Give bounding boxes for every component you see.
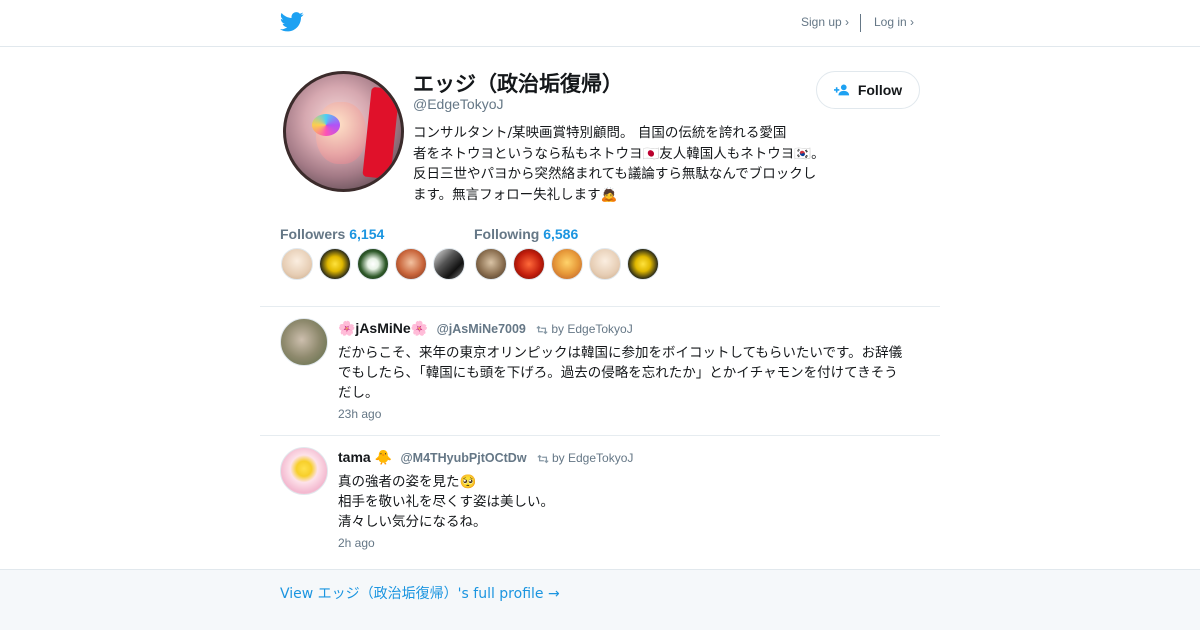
following-avatar[interactable] <box>513 248 545 280</box>
bio-line: コンサルタント/某映画賞特別顧問。 自国の伝統を誇れる愛国 <box>413 125 787 141</box>
tweet-header: tama 🐥 @M4THyubPjtOCtDw by EdgeTokyoJ <box>338 449 633 467</box>
follower-avatar[interactable] <box>433 248 465 280</box>
following-avatar[interactable] <box>589 248 621 280</box>
tweet[interactable]: 🌸jAsMiNe🌸 @jAsMiNe7009 by EdgeTokyoJ だから… <box>280 318 930 426</box>
followers-label: Followers <box>280 226 346 242</box>
signup-link[interactable]: Sign up › <box>801 15 849 29</box>
profile-handle[interactable]: @EdgeTokyoJ <box>413 96 503 112</box>
retweet-icon <box>536 325 548 335</box>
followers-stat[interactable]: Followers 6,154 <box>280 226 384 242</box>
followers-count: 6,154 <box>349 226 385 242</box>
following-label: Following <box>474 226 540 242</box>
following-avatars <box>475 248 659 280</box>
tweet-header: 🌸jAsMiNe🌸 @jAsMiNe7009 by EdgeTokyoJ <box>338 320 633 338</box>
divider <box>260 306 940 307</box>
tweet-text: 真の強者の姿を見た🥺 相手を敬い礼を尽くす姿は美しい。 清々しい気分になるね。 <box>338 472 930 532</box>
follower-avatar[interactable] <box>357 248 389 280</box>
tweet-text-line: 真の強者の姿を見た🥺 <box>338 474 477 490</box>
retweet-by[interactable]: by EdgeTokyoJ <box>551 322 632 336</box>
tweet-user-handle[interactable]: @jAsMiNe7009 <box>437 322 526 336</box>
add-person-icon <box>833 84 849 96</box>
login-link[interactable]: Log in › <box>874 15 914 29</box>
profile-name[interactable]: エッジ（政治垢復帰） <box>413 68 623 98</box>
bio-line: 者をネトウヨというなら私もネトウヨ🇯🇵友人韓国人もネトウヨ🇰🇷。 <box>413 145 825 162</box>
tweet-text: だからこそ、来年の東京オリンピックは韓国に参加をボイコットしてもらいたいです。お… <box>338 343 930 403</box>
tweet-user-name[interactable]: 🌸jAsMiNe🌸 <box>338 320 428 336</box>
avatar-paint <box>312 114 340 136</box>
profile-bio: コンサルタント/某映画賞特別顧問。 自国の伝統を誇れる愛国 者をネトウヨというな… <box>413 123 843 205</box>
full-profile-link[interactable]: View エッジ（政治垢復帰）'s full profile → <box>280 583 560 603</box>
tweet-timestamp[interactable]: 2h ago <box>338 536 375 550</box>
follow-button-label: Follow <box>857 82 903 98</box>
retweet-by[interactable]: by EdgeTokyoJ <box>552 451 633 465</box>
following-avatar[interactable] <box>475 248 507 280</box>
tweet-user-name[interactable]: tama 🐥 <box>338 449 392 465</box>
header-divider <box>860 14 861 32</box>
profile-avatar[interactable] <box>283 71 404 192</box>
followers-avatars <box>281 248 465 280</box>
retweet-indicator: by EdgeTokyoJ <box>537 451 633 465</box>
retweet-indicator: by EdgeTokyoJ <box>536 322 633 336</box>
tweet-timestamp[interactable]: 23h ago <box>338 407 381 421</box>
following-count: 6,586 <box>543 226 579 242</box>
footer: View エッジ（政治垢復帰）'s full profile → <box>0 569 1200 630</box>
following-avatar[interactable] <box>627 248 659 280</box>
tweet-avatar[interactable] <box>280 447 328 495</box>
tweet-text-line: だし。 <box>338 385 379 401</box>
follow-button[interactable]: Follow <box>816 71 920 109</box>
retweet-icon <box>537 454 549 464</box>
tweet-text-line: だからこそ、来年の東京オリンピックは韓国に参加をボイコットしてもらいたいです。お… <box>338 345 903 361</box>
following-stat[interactable]: Following 6,586 <box>474 226 578 242</box>
bio-line: ます。無言フォロー失礼します🙇 <box>413 186 618 203</box>
tweet-text-line: 相手を敬い礼を尽くす姿は美しい。 <box>338 494 554 510</box>
follower-avatar[interactable] <box>281 248 313 280</box>
tweet-text-line: でもしたら、「韓国にも頭を下げろ。過去の侵略を忘れたか」とかイチャモンを付けてき… <box>338 365 898 381</box>
tweet-user-handle[interactable]: @M4THyubPjtOCtDw <box>400 451 526 465</box>
tweet-avatar[interactable] <box>280 318 328 366</box>
bio-line: 反日三世やパヨから突然絡まれても議論すら無駄なんでブロックし <box>413 166 817 182</box>
divider <box>260 435 940 436</box>
top-bar: Sign up › Log in › <box>0 0 1200 47</box>
follower-avatar[interactable] <box>395 248 427 280</box>
follower-avatar[interactable] <box>319 248 351 280</box>
avatar-badge <box>362 86 400 180</box>
tweet[interactable]: tama 🐥 @M4THyubPjtOCtDw by EdgeTokyoJ 真の… <box>280 447 930 555</box>
twitter-bird-icon[interactable] <box>280 11 304 33</box>
tweet-text-line: 清々しい気分になるね。 <box>338 514 487 530</box>
following-avatar[interactable] <box>551 248 583 280</box>
